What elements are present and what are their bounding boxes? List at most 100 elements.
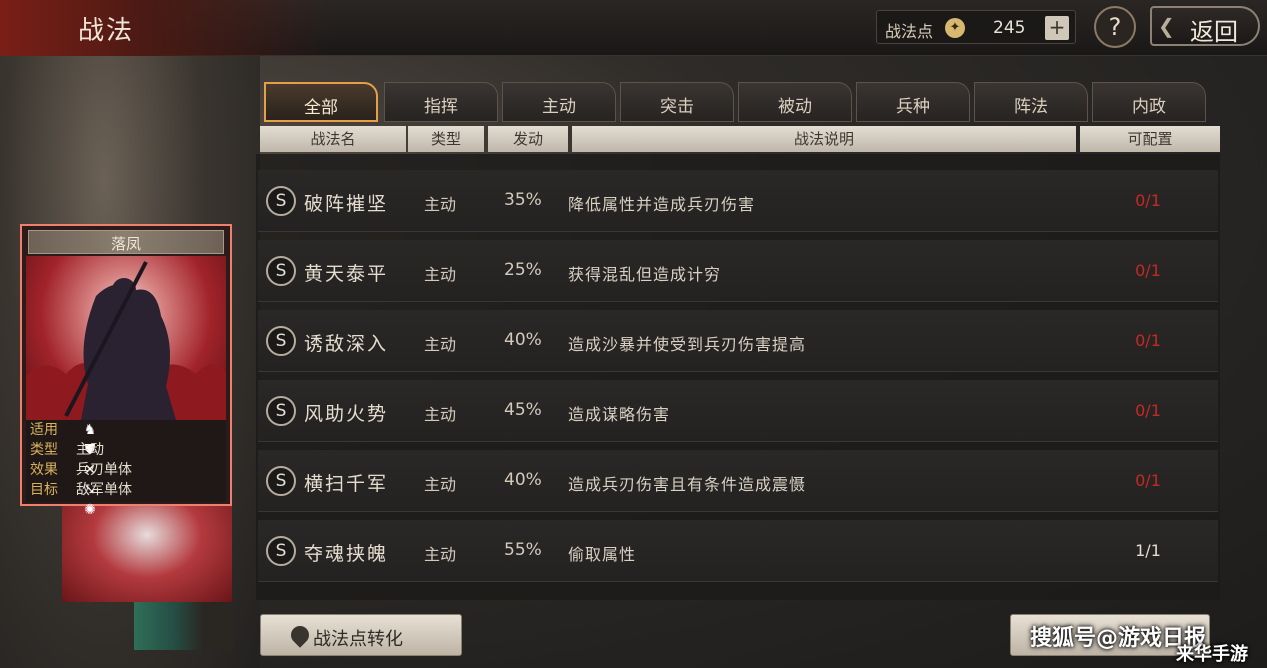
card-stack-under [62,506,232,602]
grade-badge: S [266,186,296,216]
card-name-bar: 落凤 [28,230,224,254]
trigger-rate: 40% [504,470,542,490]
tactic-type: 主动 [424,335,457,354]
tactic-type: 主动 [424,405,457,424]
tab-active[interactable]: 主动 [502,82,616,122]
tab-passive[interactable]: 被动 [738,82,852,122]
help-button[interactable]: ? [1094,6,1136,48]
configurable-count: 0/1 [1135,401,1161,420]
tactic-description: 造成兵刃伤害且有条件造成震慑 [568,475,807,494]
tactic-type: 主动 [424,265,457,284]
configurable-count: 0/1 [1135,471,1161,490]
tactic-points-label: 战法点 [885,22,934,41]
card-info-panel: 适用 ♞⛊✕➘✺ 类型 主动 效果 兵刃单体 目标 敌军单体 [26,420,226,518]
tactic-description: 降低属性并造成兵刃伤害 [568,195,756,214]
flame-icon [287,622,313,648]
tactic-name: 黄天泰平 [304,263,389,285]
unit-type-icons: ♞⛊✕➘✺ [82,420,106,518]
info-key-effect: 效果 [30,462,58,478]
title-plate [0,0,330,56]
tab-label: 突击 [660,97,694,117]
tactic-points-box: 战法点 ✦ 245 + [876,10,1076,44]
card-artwork [26,256,226,420]
top-bar: 战法 战法点 ✦ 245 + ? ❮ 返回 [0,0,1267,56]
add-points-button[interactable]: + [1045,16,1069,40]
trigger-rate: 40% [504,330,542,350]
info-value-effect: 兵刃单体 [76,462,132,478]
back-button[interactable]: ❮ 返回 [1150,6,1260,46]
back-arrow-icon: ❮ [1158,14,1175,38]
convert-points-label: 战法点转化 [313,629,403,650]
tab-label: 阵法 [1014,97,1048,117]
configurable-count: 0/1 [1135,261,1161,280]
tab-troop[interactable]: 兵种 [856,82,970,122]
trigger-rate: 45% [504,400,542,420]
tactic-description: 偷取属性 [568,545,637,564]
grade-badge: S [266,256,296,286]
tab-label: 兵种 [896,97,930,117]
table-row[interactable]: S 黄天泰平 主动 25% 获得混乱但造成计穷 0/1 [258,240,1218,302]
table-header: 战法名 类型 发动 战法说明 可配置 [260,126,1220,152]
tab-all[interactable]: 全部 [264,82,378,122]
trigger-rate: 55% [504,540,542,560]
tactic-type: 主动 [424,545,457,564]
configurable-count: 0/1 [1135,191,1161,210]
table-row[interactable]: S 夺魂挟魄 主动 55% 偷取属性 1/1 [258,520,1218,582]
table-row[interactable]: S 诱敌深入 主动 40% 造成沙暴并使受到兵刃伤害提高 0/1 [258,310,1218,372]
convert-points-button[interactable]: 战法点转化 [260,614,462,656]
info-row-suitable: 适用 ♞⛊✕➘✺ [30,420,96,518]
configurable-count: 1/1 [1135,541,1161,560]
tactic-card[interactable]: 落凤 适用 ♞⛊✕➘✺ 类型 主动 效果 兵刃单体 目标 敌军单体 [20,224,232,518]
info-key-type: 类型 [30,442,58,458]
card-name: 落凤 [110,235,141,253]
tactic-name: 破阵摧坚 [304,193,389,215]
grade-badge: S [266,326,296,356]
tab-formation[interactable]: 阵法 [974,82,1088,122]
card-stack-under-2 [134,602,234,650]
info-value-type: 主动 [76,442,104,458]
info-row-target: 目标 敌军单体 [30,480,132,500]
info-key-target: 目标 [30,482,58,498]
table-row[interactable]: S 风助火势 主动 45% 造成谋略伤害 0/1 [258,380,1218,442]
trigger-rate: 35% [504,190,542,210]
tab-internal[interactable]: 内政 [1092,82,1206,122]
info-value-target: 敌军单体 [76,482,132,498]
tactic-description: 造成谋略伤害 [568,405,671,424]
tactic-name: 横扫千军 [304,473,389,495]
back-label: 返回 [1190,18,1238,46]
header-type[interactable]: 类型 [408,126,484,152]
grade-badge: S [266,536,296,566]
info-key-suitable: 适用 [30,422,58,438]
tactic-type: 主动 [424,475,457,494]
tab-label: 全部 [304,98,338,118]
tactic-name: 风助火势 [304,403,389,425]
tab-label: 指挥 [424,97,458,117]
header-description: 战法说明 [572,126,1076,152]
tab-label: 被动 [778,97,812,117]
tab-label: 内政 [1132,97,1166,117]
watermark-secondary: 来华手游 [1176,644,1248,665]
tactic-name: 夺魂挟魄 [304,543,389,565]
configurable-count: 0/1 [1135,331,1161,350]
info-row-effect: 效果 兵刃单体 [30,460,132,480]
grade-badge: S [266,396,296,426]
info-row-type: 类型 主动 [30,440,104,460]
tab-command[interactable]: 指挥 [384,82,498,122]
header-trigger-rate[interactable]: 发动 [488,126,568,152]
grade-badge: S [266,466,296,496]
trigger-rate: 25% [504,260,542,280]
tactic-type: 主动 [424,195,457,214]
tactic-point-icon: ✦ [945,18,965,38]
header-configurable[interactable]: 可配置 [1080,126,1220,152]
warrior-silhouette-icon [26,261,226,420]
chariot-icon: ✺ [84,502,96,518]
page-title: 战法 [78,16,135,46]
tab-assault[interactable]: 突击 [620,82,734,122]
tactic-description: 获得混乱但造成计穷 [568,265,722,284]
tactic-points-value: 245 [993,18,1026,38]
table-row[interactable]: S 破阵摧坚 主动 35% 降低属性并造成兵刃伤害 0/1 [258,170,1218,232]
tab-label: 主动 [542,97,576,117]
tactic-description: 造成沙暴并使受到兵刃伤害提高 [568,335,807,354]
header-tactic-name[interactable]: 战法名 [260,126,406,152]
table-row[interactable]: S 横扫千军 主动 40% 造成兵刃伤害且有条件造成震慑 0/1 [258,450,1218,512]
